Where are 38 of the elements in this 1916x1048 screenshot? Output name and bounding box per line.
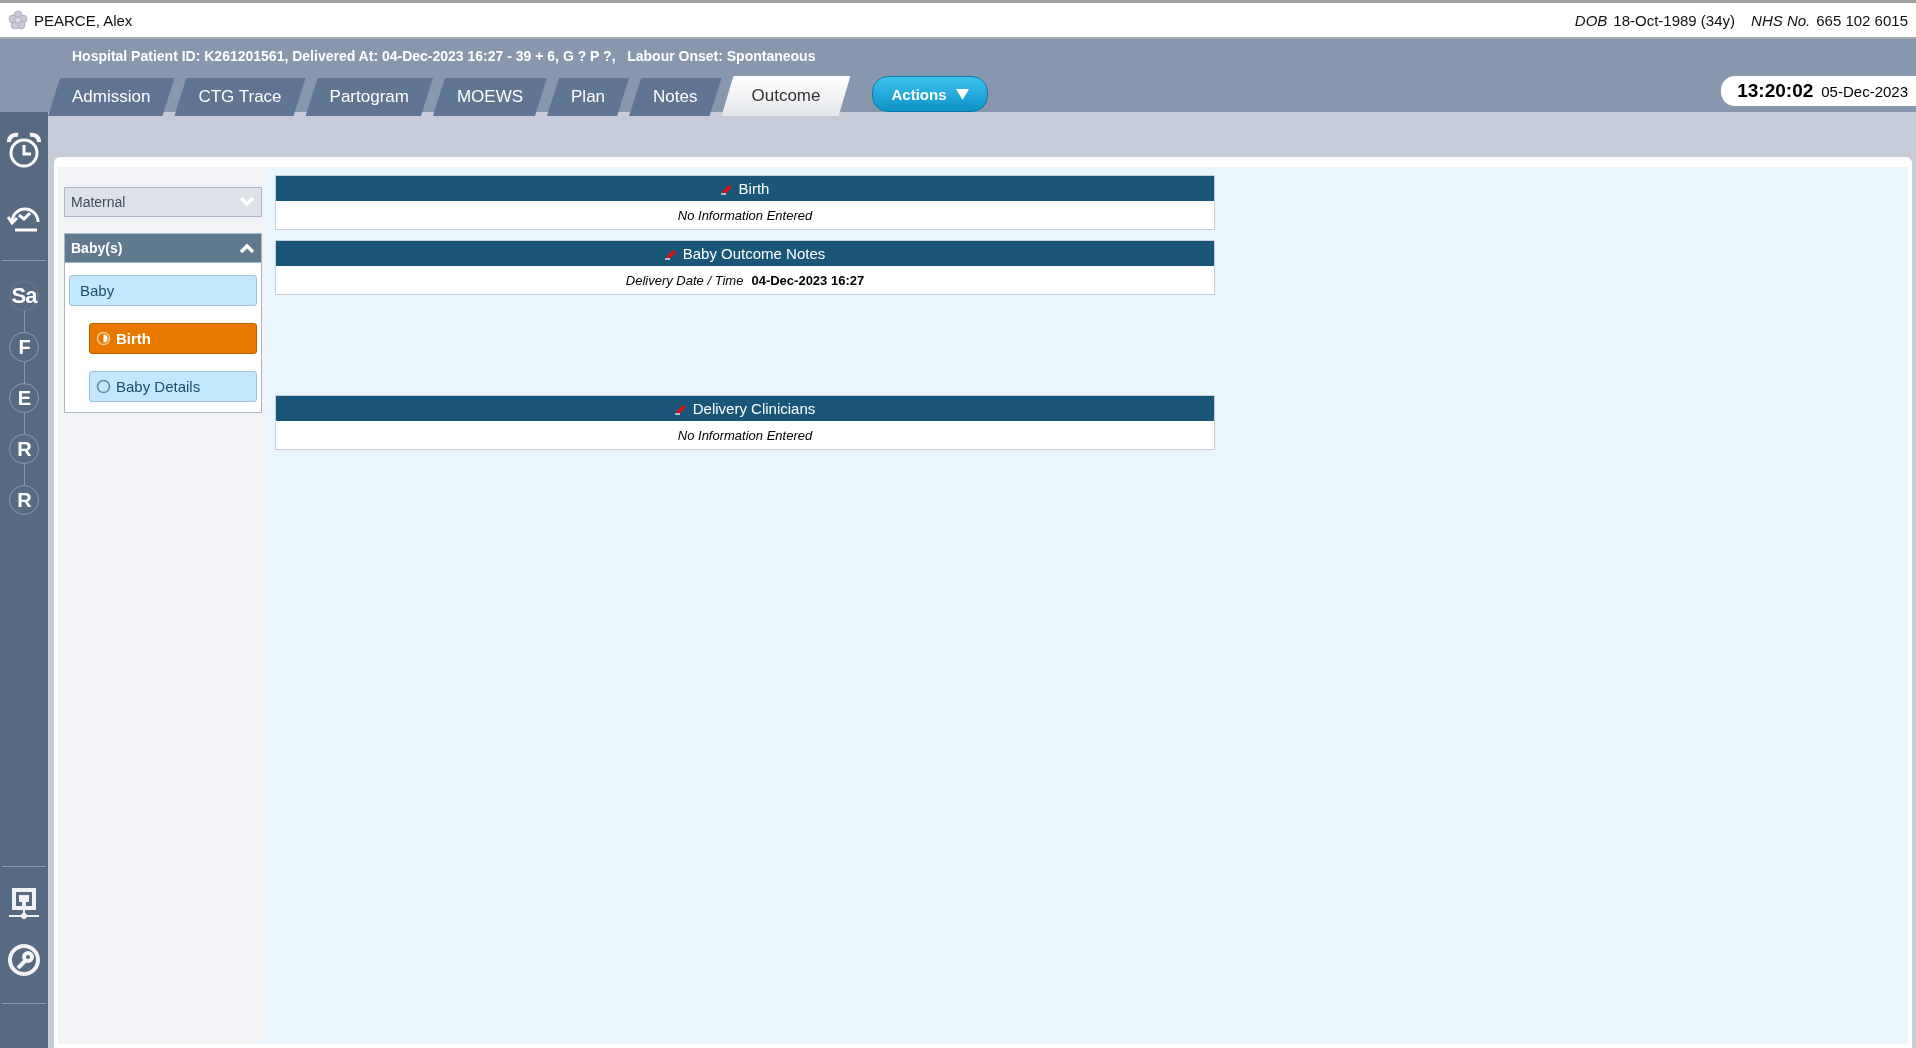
pencil-icon [664, 247, 677, 260]
patient-summary: Hospital Patient ID: K261201561, Delivered At: 04-Dec-2023 16:27 - 39 + 6, G ? P ?, Labour Onset: Spontaneous [71, 47, 817, 66]
empty-message: No Information Entered [677, 427, 813, 443]
dob-label: DOB [1574, 11, 1608, 29]
accordion-header[interactable]: Baby(s) [64, 233, 262, 263]
section-header[interactable]: Birth [276, 176, 1214, 201]
clock-time: 13:20:02 [1737, 80, 1814, 102]
clock-date: 05-Dec-2023 [1821, 83, 1908, 100]
field-value: 04-Dec-2023 16:27 [751, 272, 865, 288]
chevron-down-icon [239, 197, 255, 207]
chevron-up-icon [239, 243, 255, 253]
nav-tab[interactable]: MOEWS [432, 78, 548, 116]
nav-tab[interactable]: CTG Trace [174, 78, 306, 116]
nav-subitem[interactable]: Birth [89, 323, 257, 354]
patient-name: PEARCE, Alex [34, 11, 133, 29]
field-label: Delivery Date / Time [625, 272, 744, 288]
nav-tab[interactable]: Outcome [721, 76, 851, 116]
nav-item[interactable]: Baby [69, 275, 257, 306]
pencil-icon [720, 182, 733, 195]
accordion-header[interactable]: Maternal [64, 187, 262, 217]
alarm-clock-icon[interactable] [5, 132, 43, 170]
nav-tab[interactable]: Admission [48, 78, 175, 116]
nav-tab[interactable]: Plan [547, 78, 630, 116]
half-circle-icon [96, 331, 111, 346]
nhs-label: NHS No. [1751, 11, 1811, 29]
nhs-number: 665 102 6015 [1816, 11, 1908, 29]
section-header[interactable]: Delivery Clinicians [276, 396, 1214, 421]
pencil-icon [674, 402, 687, 415]
empty-message: No Information Entered [677, 207, 813, 223]
section-header[interactable]: Baby Outcome Notes [276, 241, 1214, 266]
caret-icon [956, 88, 970, 100]
nav-tab[interactable]: Partogram [305, 78, 433, 116]
circle-icon [96, 379, 111, 394]
flower-icon [8, 10, 28, 30]
dob-value: 18-Oct-1989 (34y) [1613, 11, 1736, 29]
nav-tab[interactable]: Notes [629, 78, 722, 116]
wrench-icon[interactable] [7, 943, 41, 977]
nav-subitem[interactable]: Baby Details [89, 371, 257, 402]
